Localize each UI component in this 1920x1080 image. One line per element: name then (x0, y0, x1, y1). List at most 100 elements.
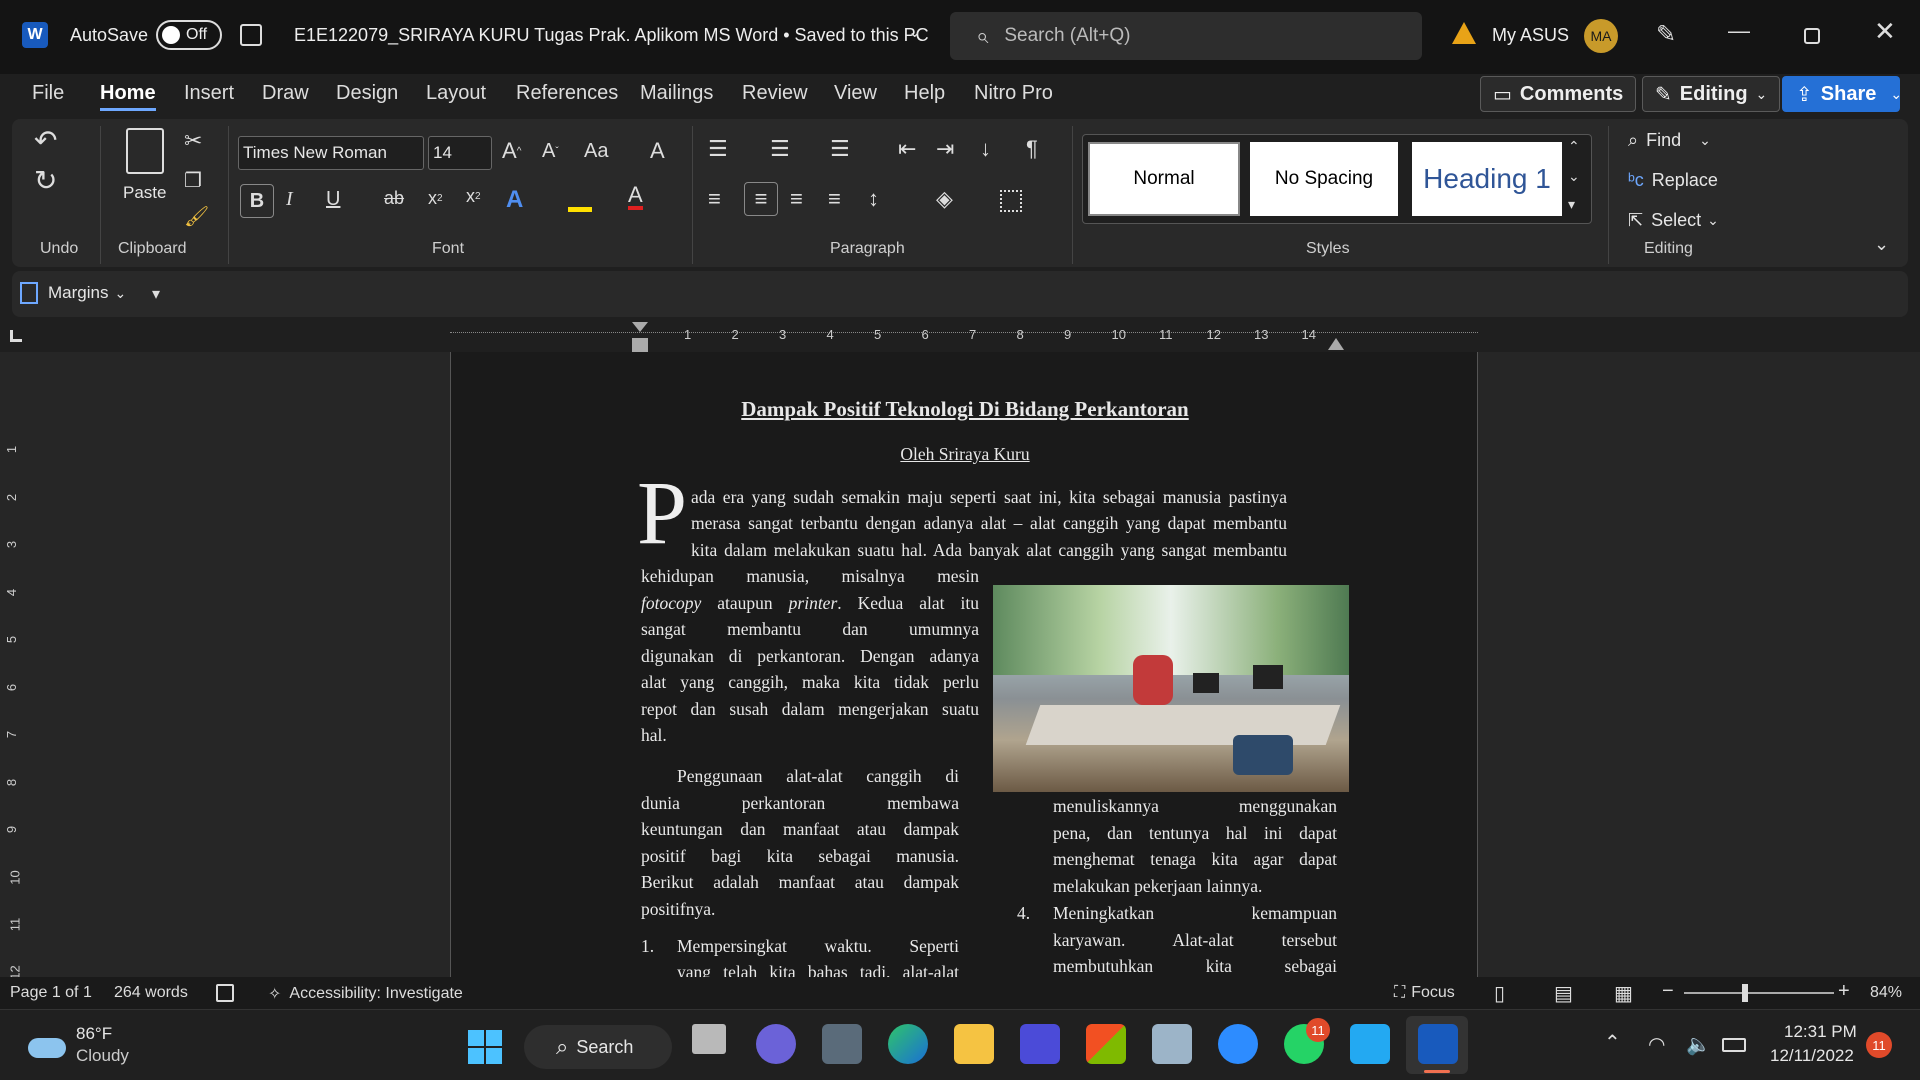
share-button[interactable]: ⇪ Share ⌄ (1782, 76, 1902, 112)
battery-icon[interactable] (1722, 1038, 1746, 1052)
align-center-icon[interactable]: ≡ (744, 182, 778, 216)
vertical-ruler[interactable]: 1 2 3 4 5 6 7 8 9 10 11 12 (4, 352, 30, 977)
underline-icon[interactable]: U (326, 188, 340, 211)
left-indent-marker[interactable] (632, 338, 648, 352)
paste-label[interactable]: Paste (123, 183, 166, 203)
zoom-out-icon[interactable]: − (1662, 980, 1674, 1003)
chevron-up-icon[interactable]: ⌃ (1604, 1030, 1621, 1055)
change-case-icon[interactable]: Aa (584, 140, 608, 163)
strikethrough-icon[interactable]: ab (384, 188, 404, 209)
replace-button[interactable]: ᵇc Replace (1628, 170, 1718, 191)
document-page[interactable]: Dampak Positif Teknologi Di Bidang Perka… (450, 352, 1478, 977)
bullets-icon[interactable]: ☰ (708, 136, 728, 162)
undo-icon[interactable]: ↶ (34, 124, 57, 157)
print-layout-icon[interactable]: ▤ (1554, 981, 1573, 1006)
zoom-level[interactable]: 84% (1870, 984, 1902, 1002)
comments-button[interactable]: ▭ Comments (1480, 76, 1637, 112)
customize-toolbar-icon[interactable]: ▾ (152, 284, 160, 304)
pen-icon[interactable]: ✎ (1656, 20, 1676, 49)
shrink-font-icon[interactable]: Aˇ (542, 140, 559, 163)
grow-font-icon[interactable]: A ^ (502, 138, 521, 164)
style-normal[interactable]: Normal (1088, 142, 1240, 216)
paste-icon[interactable] (126, 128, 164, 174)
tab-file[interactable]: File (32, 82, 64, 105)
clear-formatting-icon[interactable]: A (650, 138, 665, 164)
clock-time[interactable]: 12:31 PM (1784, 1022, 1857, 1042)
wifi-icon[interactable]: ◠ (1648, 1032, 1665, 1057)
line-spacing-icon[interactable]: ↕ (868, 186, 879, 212)
save-icon[interactable] (240, 24, 262, 46)
page-count[interactable]: Page 1 of 1 (10, 984, 92, 1002)
horizontal-ruler[interactable]: 1 2 3 4 5 6 7 8 9 10 11 12 13 14 (0, 322, 1920, 352)
minimize-icon[interactable]: — (1728, 18, 1750, 44)
clock-date[interactable]: 12/11/2022 (1770, 1046, 1854, 1066)
weather-condition[interactable]: Cloudy (76, 1046, 129, 1066)
font-size-select[interactable]: 14 (428, 136, 492, 170)
tab-review[interactable]: Review (742, 82, 808, 105)
taskbar-search[interactable]: ⌕ Search (524, 1025, 672, 1069)
chat-icon[interactable] (756, 1024, 796, 1064)
notification-badge[interactable]: 11 (1866, 1032, 1892, 1058)
search-box[interactable]: ⌕ Search (Alt+Q) (950, 12, 1422, 60)
show-formatting-icon[interactable]: ¶ (1026, 136, 1038, 162)
select-button[interactable]: ⇱ Select ⌄ (1628, 210, 1719, 231)
bold-icon[interactable]: B (240, 184, 274, 218)
word-count[interactable]: 264 words (114, 984, 188, 1002)
file-explorer-icon[interactable] (954, 1024, 994, 1064)
font-color-icon[interactable]: A (628, 184, 643, 210)
styles-more-icon[interactable]: ▾ (1568, 196, 1575, 213)
cut-icon[interactable]: ✂ (184, 128, 202, 154)
task-view-icon[interactable] (692, 1024, 726, 1054)
app-icon[interactable] (1020, 1024, 1060, 1064)
cloud-icon[interactable] (28, 1038, 66, 1058)
zoom-app-icon[interactable] (1218, 1024, 1258, 1064)
styles-scroll-down-icon[interactable]: ⌄ (1568, 168, 1580, 185)
autosave-toggle[interactable]: Off (156, 20, 222, 50)
redo-icon[interactable]: ↻ (34, 164, 57, 197)
margins-button[interactable]: Margins ⌄ (20, 282, 126, 304)
tab-draw[interactable]: Draw (262, 82, 309, 105)
warning-icon[interactable] (1452, 22, 1476, 44)
zoom-in-icon[interactable]: + (1838, 980, 1850, 1003)
decrease-indent-icon[interactable]: ⇤ (898, 136, 916, 162)
edge-icon[interactable] (888, 1024, 928, 1064)
tab-insert[interactable]: Insert (184, 82, 234, 105)
right-indent-marker[interactable] (1328, 338, 1344, 350)
shading-icon[interactable]: ◈ (936, 186, 953, 212)
zoom-slider-track[interactable] (1684, 992, 1834, 994)
restore-icon[interactable] (1804, 28, 1820, 44)
find-button[interactable]: ⌕ Find ⌄ (1628, 130, 1711, 151)
zoom-slider-thumb[interactable] (1742, 984, 1748, 1002)
italic-icon[interactable]: I (286, 188, 293, 211)
editing-mode-button[interactable]: ✎ Editing ⌄ (1642, 76, 1781, 112)
tab-design[interactable]: Design (336, 82, 398, 105)
read-mode-icon[interactable]: ▯ (1494, 981, 1505, 1006)
tab-home[interactable]: Home (100, 82, 156, 105)
photos-icon[interactable] (1152, 1024, 1192, 1064)
account-name[interactable]: My ASUS (1492, 25, 1569, 46)
tab-mailings[interactable]: Mailings (640, 82, 713, 105)
weather-temp[interactable]: 86°F (76, 1024, 112, 1044)
avatar[interactable]: MA (1584, 19, 1618, 53)
store-icon[interactable] (1086, 1024, 1126, 1064)
align-left-icon[interactable]: ≡ (708, 186, 721, 212)
borders-icon[interactable] (1000, 190, 1022, 212)
chevron-down-icon[interactable]: ⌄ (908, 22, 921, 42)
web-layout-icon[interactable]: ▦ (1614, 981, 1633, 1006)
align-right-icon[interactable]: ≡ (790, 186, 803, 212)
close-icon[interactable]: ✕ (1874, 16, 1896, 47)
tab-selector[interactable] (10, 330, 22, 342)
styles-scroll-up-icon[interactable]: ⌃ (1568, 138, 1580, 155)
justify-icon[interactable]: ≡ (828, 186, 841, 212)
tab-layout[interactable]: Layout (426, 82, 486, 105)
format-painter-icon[interactable]: 🖌 (184, 204, 209, 229)
subscript-icon[interactable]: x2 (428, 188, 443, 209)
font-name-select[interactable]: Times New Roman (238, 136, 424, 170)
volume-icon[interactable]: 🔈 (1686, 1032, 1711, 1057)
tab-references[interactable]: References (516, 82, 618, 105)
style-heading-1[interactable]: Heading 1 (1412, 142, 1562, 216)
copy-icon[interactable]: ❐ (184, 168, 202, 193)
sort-icon[interactable]: ↓ (980, 136, 991, 162)
vscode-icon[interactable] (1350, 1024, 1390, 1064)
office-photo[interactable] (993, 585, 1349, 792)
